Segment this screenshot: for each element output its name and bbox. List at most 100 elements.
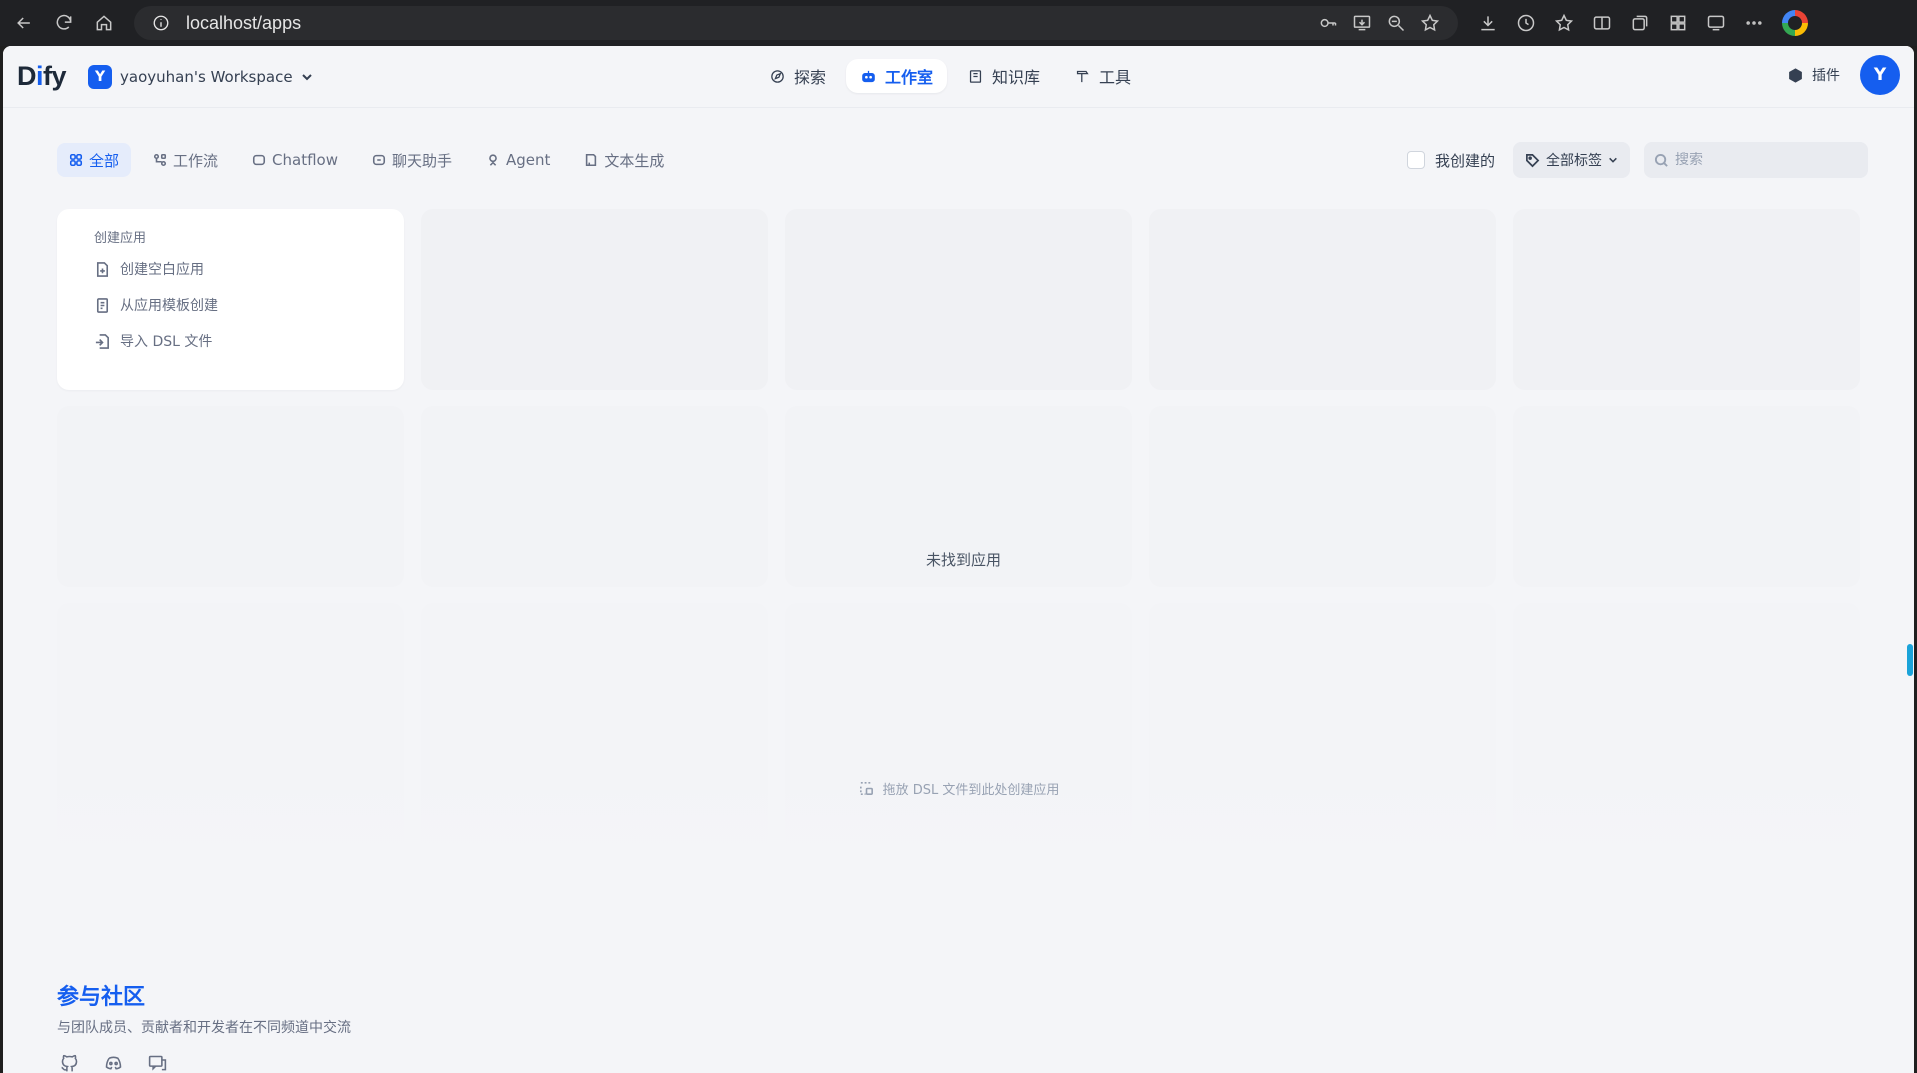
address-bar[interactable]: localhost/apps — [134, 6, 1458, 40]
favorite-star-icon[interactable] — [1420, 13, 1440, 33]
text-doc-icon — [586, 153, 597, 167]
hammer-icon — [1076, 70, 1089, 82]
logo-text-highlight: i — [36, 61, 44, 91]
dsl-dropzone[interactable]: 拖放 DSL 文件到此处创建应用 — [3, 779, 1914, 798]
logo-text-suffix: fy — [43, 61, 67, 91]
favorites-icon[interactable] — [1554, 13, 1574, 33]
create-from-template-button[interactable]: 从应用模板创建 — [94, 292, 404, 318]
nav-explore-label: 探索 — [794, 68, 827, 87]
downloads-icon[interactable] — [1478, 13, 1498, 33]
placeholder-card — [1513, 406, 1860, 587]
chat-bubble-icon — [252, 154, 266, 166]
tags-dropdown-label: 全部标签 — [1546, 153, 1602, 169]
nav-tools[interactable]: 工具 — [1060, 59, 1145, 93]
import-icon — [95, 333, 109, 349]
back-button[interactable] — [8, 7, 40, 39]
placeholder-card — [421, 603, 768, 784]
created-by-me-filter[interactable]: 我创建的 — [1406, 150, 1495, 171]
search-input[interactable] — [1675, 152, 1855, 168]
tags-dropdown[interactable]: 全部标签 — [1513, 142, 1630, 178]
nav-explore[interactable]: 探索 — [755, 59, 840, 93]
tag-icon — [1526, 153, 1540, 167]
community-section: 参与社区 与团队成员、贡献者和开发者在不同频道中交流 — [57, 979, 351, 1073]
tab-chatbot-label: 聊天助手 — [391, 151, 452, 170]
extensions-icon[interactable] — [1668, 13, 1688, 33]
url-text: localhost/apps — [186, 12, 302, 33]
placeholder-card — [785, 209, 1132, 390]
nav-studio-label: 工作室 — [885, 68, 934, 87]
placeholder-card — [421, 406, 768, 587]
placeholder-card — [1149, 406, 1496, 587]
search-icon — [1654, 153, 1668, 167]
template-icon — [96, 297, 109, 313]
create-blank-app-label: 创建空白应用 — [120, 262, 204, 278]
history-icon[interactable] — [1516, 13, 1536, 33]
tab-workflow-label: 工作流 — [173, 151, 219, 170]
install-app-icon[interactable] — [1352, 13, 1372, 33]
nav-knowledge-label: 知识库 — [992, 68, 1041, 87]
placeholder-card — [421, 209, 768, 390]
book-icon — [969, 69, 982, 83]
logo-text-prefix: D — [17, 61, 37, 91]
drag-drop-icon — [859, 782, 873, 795]
create-app-title: 创建应用 — [94, 231, 147, 246]
user-avatar[interactable]: Y — [1860, 55, 1900, 95]
placeholder-card — [1149, 603, 1496, 784]
zoom-icon[interactable] — [1386, 13, 1406, 33]
placeholder-card — [785, 603, 1132, 784]
placeholder-card — [1513, 209, 1860, 390]
agent-icon — [489, 154, 497, 166]
tab-workflow[interactable]: 工作流 — [141, 143, 230, 177]
nav-studio[interactable]: 工作室 — [846, 59, 948, 93]
social-links — [57, 1051, 351, 1073]
tab-chatflow[interactable]: Chatflow — [240, 143, 350, 177]
tab-agent[interactable]: Agent — [474, 143, 562, 177]
app-header: Dify Y yaoyuhan's Workspace 探索 工作室 知识库 工… — [3, 46, 1914, 108]
browser-toolbar: localhost/apps — [0, 0, 1917, 46]
workspace-switcher[interactable]: Y yaoyuhan's Workspace — [88, 64, 313, 89]
dify-logo[interactable]: Dify — [17, 61, 67, 92]
scrollbar-thumb[interactable] — [1907, 644, 1913, 676]
main-nav: 探索 工作室 知识库 工具 — [755, 59, 1145, 93]
placeholder-card — [57, 603, 404, 784]
nav-knowledge[interactable]: 知识库 — [953, 59, 1054, 93]
tab-chatflow-label: Chatflow — [272, 151, 338, 169]
empty-state-text: 未找到应用 — [925, 551, 1001, 569]
created-by-me-checkbox[interactable] — [1406, 151, 1425, 169]
feedback-icon[interactable] — [1706, 13, 1726, 33]
forum-icon[interactable] — [145, 1051, 169, 1073]
import-dsl-label: 导入 DSL 文件 — [120, 334, 213, 350]
dropzone-text: 拖放 DSL 文件到此处创建应用 — [882, 783, 1060, 798]
placeholder-card — [1149, 209, 1496, 390]
workspace-name: yaoyuhan's Workspace — [120, 67, 293, 86]
plugins-label: 插件 — [1812, 68, 1840, 84]
discord-icon[interactable] — [101, 1051, 125, 1073]
community-subtitle: 与团队成员、贡献者和开发者在不同频道中交流 — [57, 1020, 351, 1036]
split-screen-icon[interactable] — [1592, 13, 1612, 33]
github-icon[interactable] — [57, 1051, 81, 1073]
more-icon[interactable] — [1744, 13, 1764, 33]
search-box[interactable] — [1644, 142, 1868, 178]
google-profile-icon[interactable] — [1782, 10, 1808, 36]
key-icon[interactable] — [1318, 13, 1338, 33]
workflow-icon — [153, 153, 167, 167]
compass-icon — [771, 69, 784, 83]
info-icon[interactable] — [152, 14, 170, 32]
tab-all-label: 全部 — [89, 151, 120, 170]
plugins-button[interactable]: 插件 — [1787, 65, 1840, 85]
create-blank-app-button[interactable]: 创建空白应用 — [94, 256, 404, 282]
placeholder-card — [57, 406, 404, 587]
home-button[interactable] — [88, 7, 120, 39]
cube-icon — [1789, 67, 1802, 83]
tab-text-generation[interactable]: 文本生成 — [572, 143, 676, 177]
import-dsl-button[interactable]: 导入 DSL 文件 — [94, 328, 404, 354]
tab-all[interactable]: 全部 — [57, 143, 132, 177]
tab-text-generation-label: 文本生成 — [604, 151, 665, 170]
reload-button[interactable] — [48, 7, 80, 39]
created-by-me-label: 我创建的 — [1434, 151, 1495, 170]
collections-icon[interactable] — [1630, 13, 1650, 33]
nav-tools-label: 工具 — [1099, 68, 1132, 87]
new-file-icon — [96, 261, 109, 277]
tab-chatbot[interactable]: 聊天助手 — [360, 143, 464, 177]
filter-bar: 全部 工作流 Chatflow 聊天助手 Agent 文本生成 我创建的 全部标… — [57, 142, 1868, 178]
